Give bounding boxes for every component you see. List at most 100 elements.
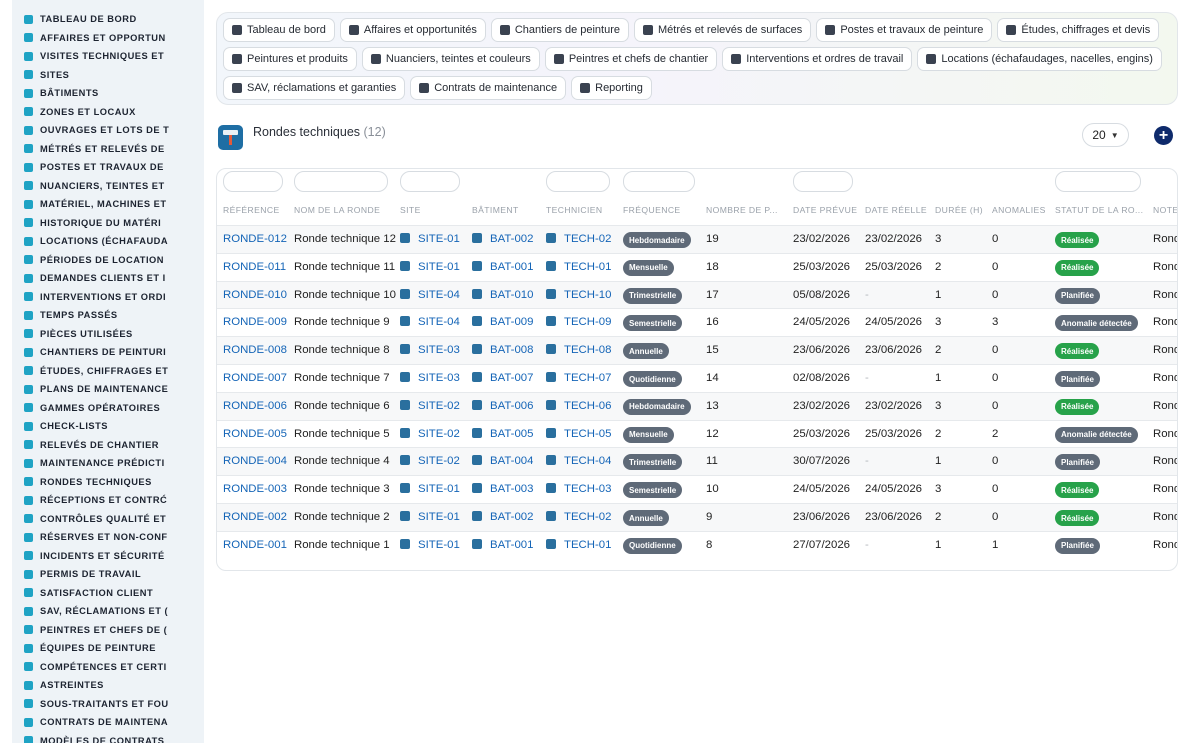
- column-header[interactable]: TECHNICIEN: [546, 205, 603, 215]
- batiment-link[interactable]: BAT-005: [472, 427, 533, 440]
- column-header[interactable]: DATE RÉELLE: [865, 205, 927, 215]
- sidebar-item[interactable]: RONDES TECHNIQUES: [12, 473, 204, 492]
- technicien-link[interactable]: TECH-04: [546, 455, 611, 467]
- sidebar-item[interactable]: ZONES ET LOCAUX: [12, 103, 204, 122]
- sidebar-item[interactable]: SITES: [12, 66, 204, 85]
- sidebar-item[interactable]: ÉTUDES, CHIFFRAGES ET: [12, 362, 204, 381]
- nav-chip[interactable]: Peintures et produits: [223, 47, 357, 71]
- technicien-link[interactable]: TECH-02: [546, 511, 611, 523]
- nav-chip[interactable]: Locations (échafaudages, nacelles, engin…: [917, 47, 1162, 71]
- sidebar-item[interactable]: PIÈCES UTILISÉES: [12, 325, 204, 344]
- reference-link[interactable]: RONDE-005: [223, 428, 287, 440]
- sidebar-item[interactable]: RÉCEPTIONS ET CONTRĆ: [12, 491, 204, 510]
- table-row[interactable]: RONDE-001 Ronde technique 1 SITE-01 BAT-001…: [217, 530, 1177, 559]
- sidebar-item[interactable]: POSTES ET TRAVAUX DE: [12, 158, 204, 177]
- reference-link[interactable]: RONDE-003: [223, 483, 287, 495]
- batiment-link[interactable]: BAT-010: [472, 288, 533, 301]
- site-link[interactable]: SITE-01: [400, 233, 460, 245]
- column-filter-input[interactable]: [400, 171, 460, 192]
- sidebar-item[interactable]: RÉSERVES ET NON-CONF: [12, 528, 204, 547]
- table-row[interactable]: RONDE-009 Ronde technique 9 SITE-04 BAT-009…: [217, 308, 1177, 337]
- sidebar-item[interactable]: PÉRIODES DE LOCATION: [12, 251, 204, 270]
- column-filter-input[interactable]: [1055, 171, 1141, 192]
- table-row[interactable]: RONDE-007 Ronde technique 7 SITE-03 BAT-007…: [217, 364, 1177, 392]
- batiment-link[interactable]: BAT-008: [472, 344, 533, 356]
- sidebar-item[interactable]: MAINTENANCE PRÉDICTI: [12, 454, 204, 473]
- site-link[interactable]: SITE-01: [400, 483, 460, 495]
- reference-link[interactable]: RONDE-006: [223, 400, 287, 412]
- table-row[interactable]: RONDE-004 Ronde technique 4 SITE-02 BAT-004…: [217, 447, 1177, 476]
- sidebar-item[interactable]: SOUS-TRAITANTS ET FOU: [12, 695, 204, 714]
- site-link[interactable]: SITE-04: [400, 316, 460, 328]
- add-button[interactable]: +: [1154, 126, 1173, 145]
- batiment-link[interactable]: BAT-004: [472, 455, 533, 467]
- sidebar-item[interactable]: BÂTIMENTS: [12, 84, 204, 103]
- technicien-link[interactable]: TECH-07: [546, 372, 611, 384]
- table-row[interactable]: RONDE-002 Ronde technique 2 SITE-01 BAT-002…: [217, 503, 1177, 531]
- reference-link[interactable]: RONDE-007: [223, 372, 287, 384]
- column-header[interactable]: SITE: [400, 205, 421, 215]
- batiment-link[interactable]: BAT-001: [472, 260, 533, 273]
- sidebar-item[interactable]: TABLEAU DE BORD: [12, 10, 204, 29]
- column-filter-input[interactable]: [223, 171, 283, 192]
- column-header[interactable]: DURÉE (H): [935, 205, 983, 215]
- per-page-select[interactable]: 20 ▼: [1082, 123, 1129, 147]
- batiment-link[interactable]: BAT-002: [472, 511, 533, 523]
- technicien-link[interactable]: TECH-09: [546, 316, 611, 328]
- column-filter-input[interactable]: [623, 171, 695, 192]
- reference-link[interactable]: RONDE-004: [223, 455, 287, 467]
- reference-link[interactable]: RONDE-001: [223, 539, 287, 551]
- site-link[interactable]: SITE-03: [400, 372, 460, 384]
- table-row[interactable]: RONDE-005 Ronde technique 5 SITE-02 BAT-005…: [217, 419, 1177, 448]
- nav-chip[interactable]: Contrats de maintenance: [410, 76, 567, 100]
- column-header[interactable]: BÂTIMENT: [472, 205, 519, 215]
- column-header[interactable]: NOM DE LA RONDE: [294, 205, 380, 215]
- site-link[interactable]: SITE-02: [400, 455, 460, 467]
- table-row[interactable]: RONDE-011 Ronde technique 11 SITE-01 BAT-00…: [217, 252, 1177, 281]
- reference-link[interactable]: RONDE-011: [223, 261, 286, 273]
- sidebar-item[interactable]: INTERVENTIONS ET ORDI: [12, 288, 204, 307]
- technicien-link[interactable]: TECH-05: [546, 427, 611, 440]
- batiment-link[interactable]: BAT-007: [472, 372, 533, 384]
- sidebar-item[interactable]: LOCATIONS (ÉCHAFAUDA: [12, 232, 204, 251]
- sidebar-item[interactable]: ASTREINTES: [12, 676, 204, 695]
- nav-chip[interactable]: Tableau de bord: [223, 18, 335, 42]
- nav-chip[interactable]: SAV, réclamations et garanties: [223, 76, 406, 100]
- technicien-link[interactable]: TECH-01: [546, 260, 611, 273]
- column-header[interactable]: NOTE: [1153, 205, 1177, 215]
- column-header[interactable]: STATUT DE LA RO...: [1055, 205, 1143, 215]
- reference-link[interactable]: RONDE-002: [223, 511, 287, 523]
- nav-chip[interactable]: Nuanciers, teintes et couleurs: [361, 47, 540, 71]
- sidebar-item[interactable]: TEMPS PASSÉS: [12, 306, 204, 325]
- nav-chip[interactable]: Affaires et opportunités: [339, 18, 486, 42]
- batiment-link[interactable]: BAT-001: [472, 538, 533, 551]
- site-link[interactable]: SITE-01: [400, 260, 460, 273]
- sidebar-item[interactable]: GAMMES OPÉRATOIRES: [12, 399, 204, 418]
- sidebar-item[interactable]: OUVRAGES ET LOTS DE T: [12, 121, 204, 140]
- sidebar-item[interactable]: ÉQUIPES DE PEINTURE: [12, 639, 204, 658]
- reference-link[interactable]: RONDE-009: [223, 316, 287, 328]
- site-link[interactable]: SITE-03: [400, 344, 460, 356]
- technicien-link[interactable]: TECH-02: [546, 233, 611, 245]
- nav-chip[interactable]: Études, chiffrages et devis: [997, 18, 1160, 42]
- batiment-link[interactable]: BAT-003: [472, 483, 533, 495]
- sidebar-item[interactable]: CHECK-LISTS: [12, 417, 204, 436]
- sidebar-item[interactable]: PERMIS DE TRAVAIL: [12, 565, 204, 584]
- sidebar-item[interactable]: HISTORIQUE DU MATÉRI: [12, 214, 204, 233]
- site-link[interactable]: SITE-01: [400, 538, 460, 551]
- column-header[interactable]: DATE PRÉVUE: [793, 205, 857, 215]
- reference-link[interactable]: RONDE-012: [223, 233, 287, 245]
- sidebar-item[interactable]: MATÉRIEL, MACHINES ET: [12, 195, 204, 214]
- sidebar-item[interactable]: AFFAIRES ET OPPORTUN: [12, 29, 204, 48]
- sidebar-item[interactable]: MODÈLES DE CONTRATS: [12, 732, 204, 743]
- sidebar-item[interactable]: CONTRÔLES QUALITÉ ET: [12, 510, 204, 529]
- sidebar-item[interactable]: RELEVÉS DE CHANTIER: [12, 436, 204, 455]
- batiment-link[interactable]: BAT-009: [472, 316, 533, 328]
- table-row[interactable]: RONDE-006 Ronde technique 6 SITE-02 BAT-006…: [217, 391, 1177, 420]
- column-header[interactable]: NOMBRE DE P...: [706, 205, 778, 215]
- technicien-link[interactable]: TECH-01: [546, 538, 611, 551]
- batiment-link[interactable]: BAT-002: [472, 233, 533, 245]
- reference-link[interactable]: RONDE-010: [223, 289, 287, 301]
- site-link[interactable]: SITE-01: [400, 511, 460, 523]
- sidebar-item[interactable]: VISITES TECHNIQUES ET: [12, 47, 204, 66]
